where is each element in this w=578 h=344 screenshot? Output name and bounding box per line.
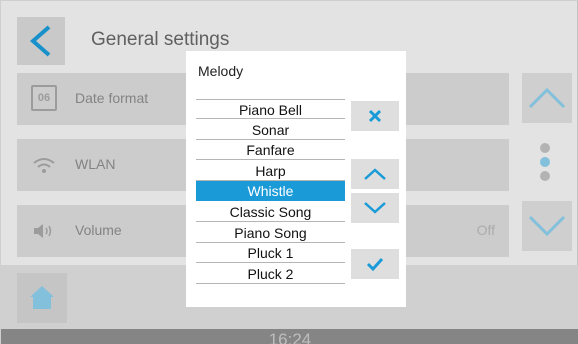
melody-option[interactable]: Piano Bell [196, 99, 345, 119]
melody-option[interactable]: Classic Song [196, 202, 345, 222]
melody-option[interactable]: Harp [196, 161, 345, 181]
melody-option[interactable]: Whistle [196, 181, 345, 202]
melody-option[interactable]: Pluck 2 [196, 264, 345, 284]
screen: General settings 06 Date format WLAN Vol… [0, 0, 578, 344]
list-up-button[interactable] [351, 159, 399, 189]
chevron-down-icon [364, 202, 386, 214]
list-down-button[interactable] [351, 193, 399, 223]
melody-option[interactable]: Fanfare [196, 140, 345, 161]
confirm-button[interactable] [351, 249, 399, 279]
close-button[interactable] [351, 101, 399, 131]
dialog-title: Melody [198, 63, 244, 79]
melody-dialog: Melody Piano Bell Sonar Fanfare Harp Whistle… [186, 51, 406, 307]
melody-option[interactable]: Piano Song [196, 223, 345, 243]
checkmark-icon [366, 257, 384, 272]
melody-list: Piano Bell Sonar Fanfare Harp Whistle Classic… [196, 99, 345, 284]
chevron-up-icon [364, 168, 386, 180]
melody-option[interactable]: Sonar [196, 120, 345, 140]
close-icon [368, 109, 382, 123]
melody-option[interactable]: Pluck 1 [196, 243, 345, 264]
